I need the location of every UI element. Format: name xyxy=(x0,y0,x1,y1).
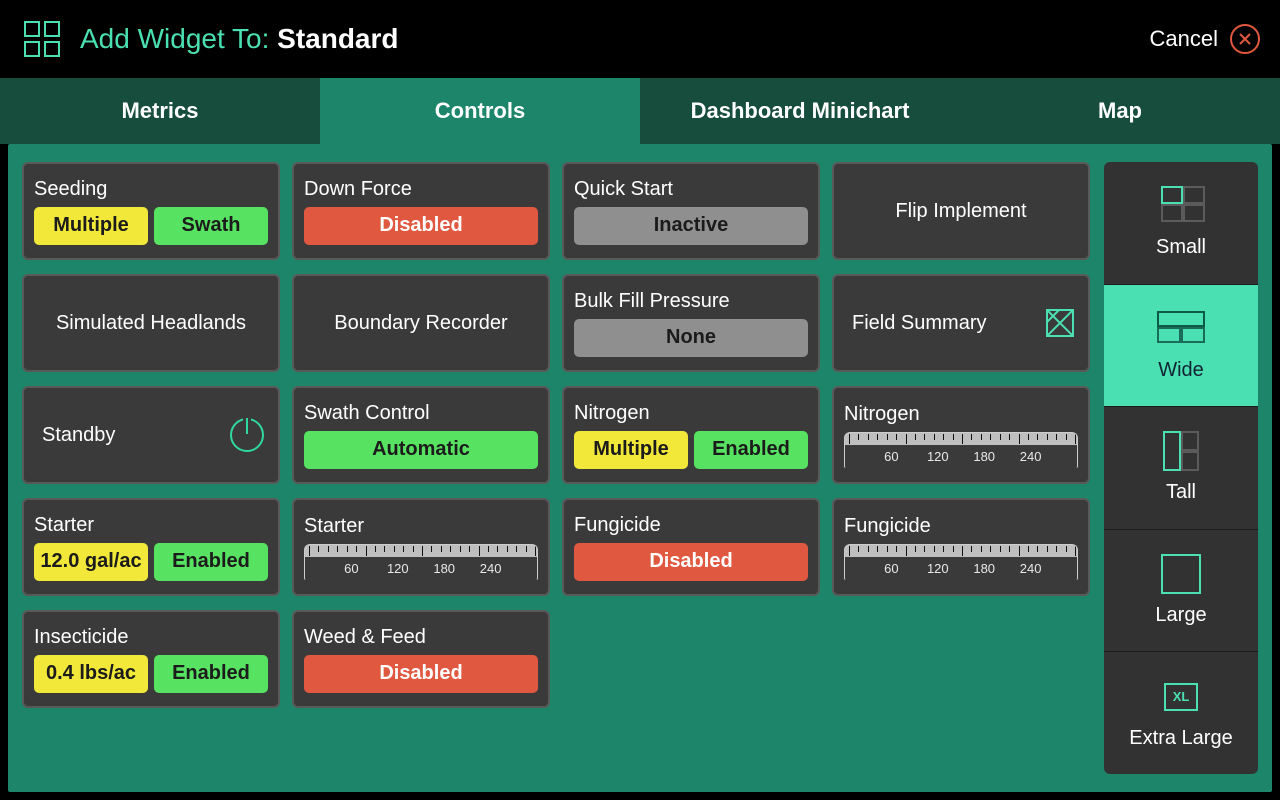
card-title: Weed & Feed xyxy=(304,626,538,649)
card-title: Nitrogen xyxy=(574,402,808,425)
status-badge: 0.4 lbs/ac xyxy=(34,655,148,693)
status-badge: Enabled xyxy=(154,543,268,581)
card-nitrogen-gauge[interactable]: Nitrogen 60120180240 xyxy=(832,386,1090,484)
card-title: Starter xyxy=(304,515,538,538)
page-title: Add Widget To: Standard xyxy=(80,23,399,55)
card-title: Flip Implement xyxy=(895,200,1026,223)
card-title: Quick Start xyxy=(574,178,808,201)
status-badge: Enabled xyxy=(694,431,808,469)
size-large[interactable]: Large xyxy=(1104,530,1258,653)
card-weed-and-feed[interactable]: Weed & Feed Disabled xyxy=(292,610,550,708)
tab-map[interactable]: Map xyxy=(960,78,1280,144)
status-badge: Inactive xyxy=(574,207,808,245)
card-simulated-headlands[interactable]: Simulated Headlands xyxy=(22,274,280,372)
card-flip-implement[interactable]: Flip Implement xyxy=(832,162,1090,260)
gauge: 60120180240 xyxy=(304,544,538,580)
card-title: Starter xyxy=(34,514,268,537)
status-badge: Disabled xyxy=(574,543,808,581)
tab-dashboard-minichart[interactable]: Dashboard Minichart xyxy=(640,78,960,144)
size-label: Extra Large xyxy=(1129,727,1232,750)
card-swath-control[interactable]: Swath Control Automatic xyxy=(292,386,550,484)
card-insecticide[interactable]: Insecticide 0.4 lbs/ac Enabled xyxy=(22,610,280,708)
gauge: 60120180240 xyxy=(844,432,1078,468)
card-seeding[interactable]: Seeding Multiple Swath xyxy=(22,162,280,260)
size-xl-icon: XL xyxy=(1153,677,1209,717)
card-title: Seeding xyxy=(34,178,268,201)
card-title: Nitrogen xyxy=(844,403,1078,426)
size-tall-icon xyxy=(1153,431,1209,471)
cancel-button[interactable]: Cancel xyxy=(1150,24,1260,54)
size-rail: Small Wide Tall xyxy=(1104,162,1258,774)
cancel-label: Cancel xyxy=(1150,26,1218,52)
status-badge: Automatic xyxy=(304,431,538,469)
card-title: Swath Control xyxy=(304,402,538,425)
tab-metrics[interactable]: Metrics xyxy=(0,78,320,144)
card-title: Standby xyxy=(42,424,115,447)
card-boundary-recorder[interactable]: Boundary Recorder xyxy=(292,274,550,372)
card-down-force[interactable]: Down Force Disabled xyxy=(292,162,550,260)
card-title: Bulk Fill Pressure xyxy=(574,290,808,313)
size-small[interactable]: Small xyxy=(1104,162,1258,285)
size-tall[interactable]: Tall xyxy=(1104,407,1258,530)
card-title: Field Summary xyxy=(852,312,986,335)
card-fungicide-gauge[interactable]: Fungicide 60120180240 xyxy=(832,498,1090,596)
size-large-icon xyxy=(1153,554,1209,594)
card-quick-start[interactable]: Quick Start Inactive xyxy=(562,162,820,260)
status-badge: 12.0 gal/ac xyxy=(34,543,148,581)
status-badge: None xyxy=(574,319,808,357)
card-title: Fungicide xyxy=(844,515,1078,538)
status-badge: Disabled xyxy=(304,207,538,245)
size-label: Wide xyxy=(1158,359,1204,382)
field-summary-icon xyxy=(1046,309,1074,337)
size-label: Tall xyxy=(1166,481,1196,504)
card-field-summary[interactable]: Field Summary xyxy=(832,274,1090,372)
status-badge: Swath xyxy=(154,207,268,245)
card-fungicide[interactable]: Fungicide Disabled xyxy=(562,498,820,596)
size-wide-icon xyxy=(1153,309,1209,349)
close-icon xyxy=(1230,24,1260,54)
size-extra-large[interactable]: XL Extra Large xyxy=(1104,652,1258,774)
size-small-icon xyxy=(1153,186,1209,226)
status-badge: Multiple xyxy=(574,431,688,469)
status-badge: Enabled xyxy=(154,655,268,693)
card-starter-gauge[interactable]: Starter 60120180240 xyxy=(292,498,550,596)
size-label: Large xyxy=(1155,604,1206,627)
status-badge: Multiple xyxy=(34,207,148,245)
card-nitrogen[interactable]: Nitrogen Multiple Enabled xyxy=(562,386,820,484)
card-title: Insecticide xyxy=(34,626,268,649)
dashboard-icon xyxy=(20,17,64,61)
gauge: 60120180240 xyxy=(844,544,1078,580)
widget-grid: Seeding Multiple Swath Down Force Disabl… xyxy=(22,162,1090,774)
size-wide[interactable]: Wide xyxy=(1104,285,1258,408)
card-starter[interactable]: Starter 12.0 gal/ac Enabled xyxy=(22,498,280,596)
card-title: Down Force xyxy=(304,178,538,201)
size-label: Small xyxy=(1156,236,1206,259)
card-title: Fungicide xyxy=(574,514,808,537)
power-icon xyxy=(230,418,264,452)
card-title: Simulated Headlands xyxy=(56,312,246,335)
card-standby[interactable]: Standby xyxy=(22,386,280,484)
status-badge: Disabled xyxy=(304,655,538,693)
card-title: Boundary Recorder xyxy=(334,312,507,335)
tab-bar: Metrics Controls Dashboard Minichart Map xyxy=(0,78,1280,144)
card-bulk-fill-pressure[interactable]: Bulk Fill Pressure None xyxy=(562,274,820,372)
tab-controls[interactable]: Controls xyxy=(320,78,640,144)
